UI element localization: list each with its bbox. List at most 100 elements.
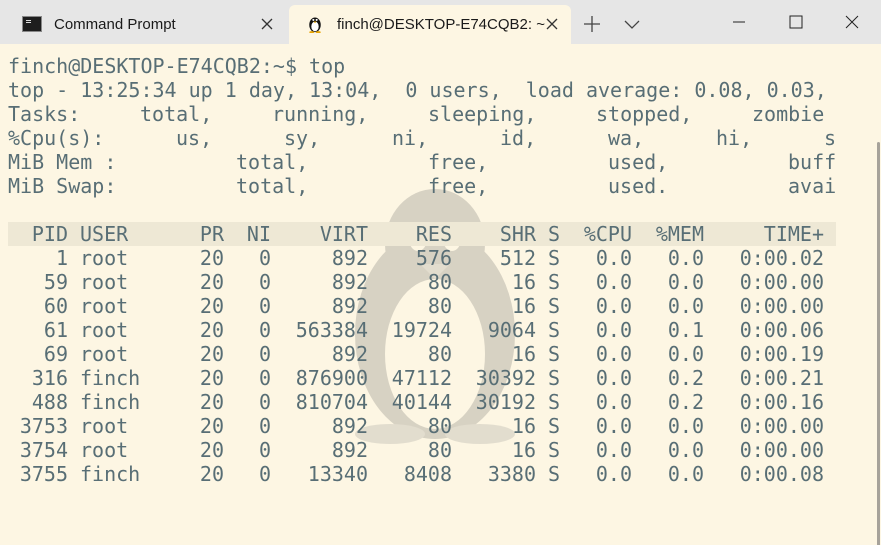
chevron-down-icon[interactable] <box>620 12 644 36</box>
tab-command-prompt[interactable]: Command Prompt <box>6 5 286 44</box>
table-row: 1 root 20 0 892 576 512 S 0.0 0.0 0:00.02 <box>8 246 836 270</box>
cell-pid: 316 <box>31 366 68 390</box>
title-bar: Command Prompt finch@DESKTOP-E74CQB2: ~ <box>0 0 881 44</box>
cell-shr: 30192 <box>475 390 536 414</box>
mem-total: total, <box>236 150 309 174</box>
cell-pid: 488 <box>31 390 68 414</box>
cell-pid: 3755 <box>19 462 68 486</box>
close-tab-icon[interactable] <box>545 17 559 31</box>
cell-res: 80 <box>427 414 452 438</box>
cell-user: root <box>80 414 129 438</box>
close-tab-icon[interactable] <box>260 17 274 31</box>
cell-res: 47112 <box>391 366 452 390</box>
cell-virt: 892 <box>331 270 368 294</box>
cell-shr: 16 <box>511 294 536 318</box>
cell-state: S <box>548 414 561 438</box>
column-header-pr: PR <box>199 222 224 246</box>
cell-mem: 0.0 <box>667 270 704 294</box>
cell-cpu: 0.0 <box>595 342 632 366</box>
cell-time: 0:00.21 <box>739 366 824 390</box>
cell-virt: 13340 <box>307 462 368 486</box>
table-row: 3754 root 20 0 892 80 16 S 0.0 0.0 0:00.00 <box>8 438 836 462</box>
cell-user: root <box>80 270 129 294</box>
column-header-user: USER <box>80 222 129 246</box>
cell-pid: 3754 <box>19 438 68 462</box>
terminal-pane[interactable]: finch@DESKTOP-E74CQB2:~$ top top - 13:25… <box>0 44 881 545</box>
table-row: 316 finch 20 0 876900 47112 30392 S 0.0 0.2 0:00.2… <box>8 366 836 390</box>
new-tab-plus-icon[interactable] <box>580 12 604 36</box>
column-header-virt: VIRT <box>319 222 368 246</box>
cell-cpu: 0.0 <box>595 438 632 462</box>
cell-state: S <box>548 318 561 342</box>
cell-pr: 20 <box>199 390 224 414</box>
cell-user: root <box>80 246 129 270</box>
uptime-line: top - 13:25:34 up 1 day, 13:04, 0 users,… <box>8 78 827 102</box>
cell-time: 0:00.08 <box>739 462 824 486</box>
column-header-cpu: %CPU <box>583 222 632 246</box>
swap-free: free, <box>428 174 489 198</box>
swap-avail: avai <box>788 174 837 198</box>
cpu-wa: wa, <box>608 126 645 150</box>
cell-pr: 20 <box>199 462 224 486</box>
prompt-line: finch@DESKTOP-E74CQB2:~$ top <box>8 54 346 78</box>
cpu-line: %Cpu(s): us, sy, ni, id, wa, hi, s <box>8 126 838 150</box>
minimize-icon <box>733 21 745 23</box>
table-row: 60 root 20 0 892 80 16 S 0.0 0.0 0:00.00 <box>8 294 836 318</box>
cell-res: 80 <box>427 438 452 462</box>
cell-virt: 892 <box>331 246 368 270</box>
cpu-sy: sy, <box>284 126 321 150</box>
cell-ni: 0 <box>258 390 271 414</box>
cell-shr: 30392 <box>475 366 536 390</box>
cell-pr: 20 <box>199 246 224 270</box>
mem-free: free, <box>428 150 489 174</box>
cell-shr: 512 <box>499 246 536 270</box>
scrollbar-thumb[interactable] <box>877 142 880 545</box>
cell-virt: 810704 <box>295 390 368 414</box>
mem-label: MiB Mem : <box>8 150 117 174</box>
mem-used: used, <box>608 150 669 174</box>
mem-line: MiB Mem : total, free, used, buff <box>8 150 838 174</box>
cpu-ni: ni, <box>392 126 429 150</box>
cell-cpu: 0.0 <box>595 390 632 414</box>
maximize-button[interactable] <box>767 0 825 44</box>
column-header-state: S <box>548 222 561 246</box>
cell-pid: 3753 <box>19 414 68 438</box>
cell-virt: 892 <box>331 414 368 438</box>
cell-shr: 16 <box>511 414 536 438</box>
cell-pid: 59 <box>43 270 68 294</box>
cell-time: 0:00.06 <box>739 318 824 342</box>
cell-state: S <box>548 390 561 414</box>
column-header-res: RES <box>415 222 452 246</box>
cpu-us: us, <box>176 126 213 150</box>
column-header-ni: NI <box>246 222 271 246</box>
cell-cpu: 0.0 <box>595 318 632 342</box>
tasks-sleeping: sleeping, <box>428 102 537 126</box>
linux-penguin-icon <box>309 17 321 33</box>
cell-shr: 16 <box>511 438 536 462</box>
column-header-time: TIME+ <box>763 222 824 246</box>
tab-linux-shell[interactable]: finch@DESKTOP-E74CQB2: ~ <box>289 5 571 44</box>
cell-user: root <box>80 294 129 318</box>
tab-label: finch@DESKTOP-E74CQB2: ~ <box>337 16 545 33</box>
maximize-icon <box>789 15 803 29</box>
cell-res: 40144 <box>391 390 452 414</box>
cell-ni: 0 <box>258 438 271 462</box>
tasks-total: total, <box>140 102 213 126</box>
cell-cpu: 0.0 <box>595 462 632 486</box>
cell-shr: 16 <box>511 342 536 366</box>
minimize-button[interactable] <box>710 0 768 44</box>
tasks-zombie: zombie <box>752 102 825 126</box>
cpu-label: %Cpu(s): <box>8 126 105 150</box>
cell-mem: 0.0 <box>667 342 704 366</box>
close-window-button[interactable] <box>823 0 881 44</box>
cell-res: 80 <box>427 270 452 294</box>
cell-pid: 1 <box>55 246 68 270</box>
cell-ni: 0 <box>258 414 271 438</box>
cell-mem: 0.0 <box>667 462 704 486</box>
table-row: 488 finch 20 0 810704 40144 30192 S 0.0 0.2 0:00.1… <box>8 390 836 414</box>
column-header-pid: PID <box>31 222 68 246</box>
column-header-shr: SHR <box>499 222 536 246</box>
cell-pid: 60 <box>43 294 68 318</box>
cell-time: 0:00.16 <box>739 390 824 414</box>
column-header-mem: %MEM <box>655 222 704 246</box>
